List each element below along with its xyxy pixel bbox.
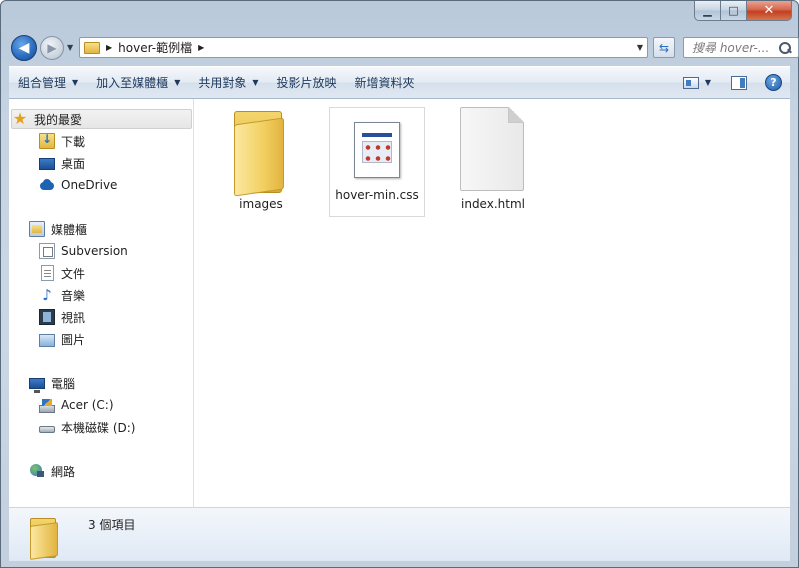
organize-menu[interactable]: 組合管理 ▼ <box>9 67 87 98</box>
nav-item-desktop[interactable]: 桌面 <box>39 153 85 173</box>
computer-icon <box>29 378 45 393</box>
html-file-icon <box>460 107 526 193</box>
breadcrumb-arrow-icon[interactable]: ▶ <box>106 43 112 52</box>
item-count: 3 個項目 <box>88 518 136 532</box>
onedrive-cloud-icon <box>39 177 55 193</box>
slideshow-button[interactable]: 投影片放映 <box>268 67 346 98</box>
film-strip-icon <box>39 309 55 325</box>
download-folder-icon <box>39 132 55 149</box>
nav-item-label: Acer (C:) <box>61 398 114 412</box>
nav-item-label: 圖片 <box>61 332 86 347</box>
chevron-down-icon: ▼ <box>174 78 181 87</box>
content-area: ★ 我的最愛 下載 桌面 OneDrive 媒體櫃 Subversion <box>9 99 790 507</box>
nav-item-pictures[interactable]: 圖片 <box>39 329 85 349</box>
minimize-button[interactable]: ▁ <box>694 1 721 21</box>
address-history-dropdown-icon[interactable]: ▼ <box>637 43 643 52</box>
file-name: images <box>239 197 283 211</box>
preview-pane-icon[interactable] <box>731 75 747 90</box>
nav-item-label: 文件 <box>61 266 86 281</box>
organize-menu-label: 組合管理 <box>18 76 67 90</box>
nav-item-downloads[interactable]: 下載 <box>39 131 85 151</box>
title-bar: ▁ □ ✕ <box>1 1 798 29</box>
nav-item-label: Subversion <box>61 244 128 258</box>
system-drive-icon <box>39 398 55 413</box>
chevron-down-icon: ▼ <box>72 78 79 87</box>
nav-item-network[interactable]: 網路 <box>29 461 75 481</box>
change-view-icon[interactable] <box>682 76 699 89</box>
refresh-button[interactable]: ⇆ <box>653 37 675 58</box>
nav-item-label: 下載 <box>61 134 86 149</box>
search-icon[interactable] <box>778 41 792 55</box>
nav-item-label: 音樂 <box>61 288 86 303</box>
navigation-row: ◀ ▶ ▼ ▶ hover-範例檔 ▶ ▼ ⇆ 搜尋 hover-... <box>9 33 799 61</box>
nav-item-label: OneDrive <box>61 178 118 192</box>
navigation-pane[interactable]: ★ 我的最愛 下載 桌面 OneDrive 媒體櫃 Subversion <box>9 99 194 507</box>
nav-item-music[interactable]: ♪ 音樂 <box>39 285 85 305</box>
breadcrumb-arrow-icon[interactable]: ▶ <box>198 43 204 52</box>
hard-drive-icon <box>39 426 55 433</box>
nav-item-label: 桌面 <box>61 156 86 171</box>
music-note-icon: ♪ <box>42 286 52 304</box>
window-controls: ▁ □ ✕ <box>694 1 792 21</box>
slideshow-label: 投影片放映 <box>276 76 337 90</box>
network-globe-icon <box>29 463 45 479</box>
nav-item-label: 電腦 <box>51 376 76 391</box>
file-name: hover-min.css <box>335 188 419 202</box>
folder-icon <box>226 107 296 197</box>
breadcrumb-current-folder[interactable]: hover-範例檔 <box>118 39 192 56</box>
nav-item-subversion[interactable]: Subversion <box>39 241 128 261</box>
search-input[interactable]: 搜尋 hover-... <box>692 39 776 56</box>
new-folder-label: 新增資料夾 <box>354 76 415 90</box>
view-options-dropdown-icon[interactable]: ▼ <box>705 78 711 87</box>
nav-item-libraries[interactable]: 媒體櫃 <box>29 219 87 239</box>
folder-icon <box>84 41 100 54</box>
nav-item-drive-c[interactable]: Acer (C:) <box>39 395 114 415</box>
nav-item-label: 視訊 <box>61 310 86 325</box>
maximize-button[interactable]: □ <box>721 1 747 21</box>
command-bar-right: ▼ ? <box>682 67 782 98</box>
nav-item-label: 我的最愛 <box>34 112 83 127</box>
command-bar: 組合管理 ▼ 加入至媒體櫃 ▼ 共用對象 ▼ 投影片放映 新增資料夾 ▼ ? <box>9 66 790 99</box>
nav-item-favorites[interactable]: ★ 我的最愛 <box>11 109 192 129</box>
nav-item-computer[interactable]: 電腦 <box>29 373 75 393</box>
nav-item-label: 媒體櫃 <box>51 222 88 237</box>
file-item-index-html[interactable]: index.html <box>445 107 541 217</box>
file-item-hover-min-css[interactable]: hover-min.css <box>329 107 425 217</box>
address-bar[interactable]: ▶ hover-範例檔 ▶ ▼ <box>79 37 648 58</box>
help-icon[interactable]: ? <box>765 74 782 91</box>
document-icon <box>41 265 54 281</box>
new-folder-button[interactable]: 新增資料夾 <box>346 67 424 98</box>
star-icon: ★ <box>12 109 28 128</box>
close-button[interactable]: ✕ <box>747 1 792 21</box>
explorer-window: ▁ □ ✕ ◀ ▶ ▼ ▶ hover-範例檔 ▶ ▼ ⇆ 搜尋 hover-.… <box>0 0 799 568</box>
nav-item-documents[interactable]: 文件 <box>39 263 85 283</box>
add-to-library-menu[interactable]: 加入至媒體櫃 ▼ <box>87 67 189 98</box>
nav-item-drive-d[interactable]: 本機磁碟 (D:) <box>39 417 135 437</box>
file-item-images[interactable]: images <box>213 107 309 217</box>
chevron-down-icon: ▼ <box>252 78 259 87</box>
library-icon <box>29 221 45 237</box>
details-pane: 3 個項目 <box>9 507 790 561</box>
css-file-icon <box>354 122 400 178</box>
search-box[interactable]: 搜尋 hover-... <box>683 37 799 58</box>
share-with-label: 共用對象 <box>198 76 247 90</box>
picture-icon <box>39 333 55 347</box>
nav-item-onedrive[interactable]: OneDrive <box>39 175 117 195</box>
nav-item-label: 本機磁碟 (D:) <box>61 420 136 435</box>
file-name: index.html <box>461 197 525 211</box>
forward-button[interactable]: ▶ <box>40 36 64 60</box>
nav-item-label: 網路 <box>51 464 76 479</box>
folder-icon <box>27 516 67 560</box>
desktop-icon <box>39 158 55 170</box>
subversion-library-icon <box>39 243 55 259</box>
add-to-library-label: 加入至媒體櫃 <box>96 76 169 90</box>
share-with-menu[interactable]: 共用對象 ▼ <box>189 67 267 98</box>
back-button[interactable]: ◀ <box>11 35 37 61</box>
nav-item-videos[interactable]: 視訊 <box>39 307 85 327</box>
recent-pages-dropdown-icon[interactable]: ▼ <box>67 43 73 52</box>
